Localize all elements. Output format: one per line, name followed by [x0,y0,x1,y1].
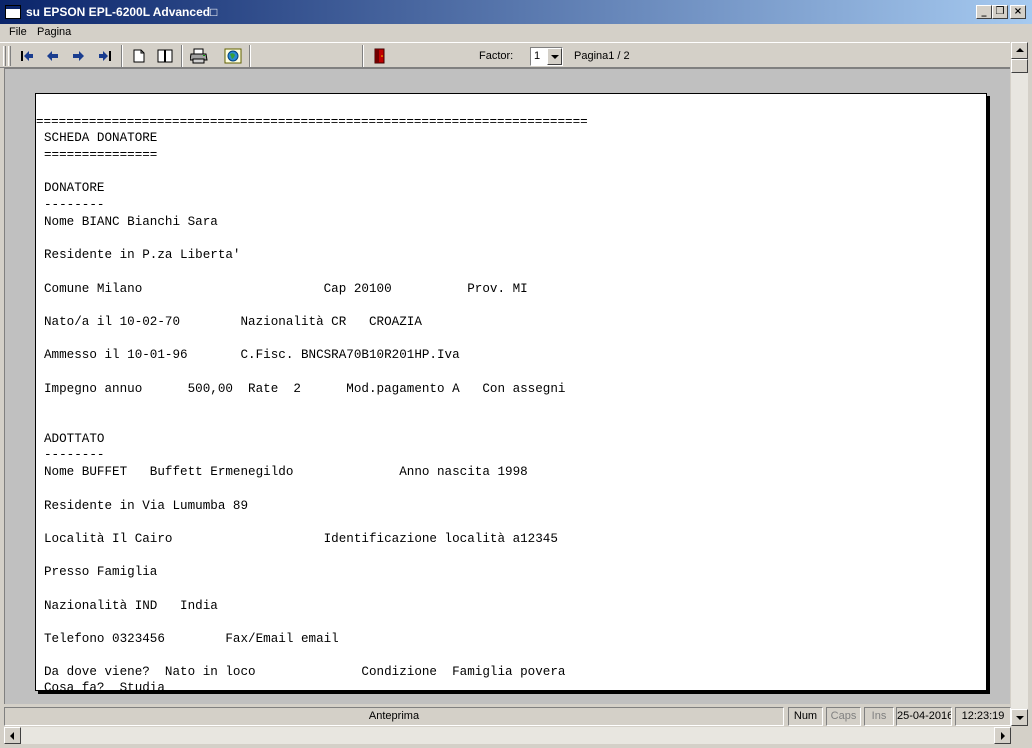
menu-file[interactable]: File [9,26,27,38]
document-line: Nome BUFFET Buffett Ermenegildo Anno nas… [44,465,528,479]
last-page-button[interactable] [94,45,116,67]
status-caps: Caps [826,707,861,726]
scroll-down-button[interactable] [1011,709,1028,726]
export-icon [224,48,242,64]
export-button[interactable] [222,45,244,67]
next-page-button[interactable] [67,45,89,67]
status-date: 25-04-2016 [896,707,952,726]
document-line: DONATORE [44,181,105,195]
page-indicator: Pagina1 / 2 [574,50,630,62]
toolbar-separator [121,45,123,67]
document-line: Telefono 0323456 Fax/Email email [44,632,339,646]
document-line: =============== [44,148,158,162]
horizontal-scrollbar[interactable] [4,727,1011,744]
toolbar-separator [249,45,251,67]
first-page-button[interactable] [16,45,38,67]
menu-bar: File Pagina [0,24,1032,42]
scroll-right-button[interactable] [994,727,1011,744]
document-line: Nazionalità IND India [44,599,218,613]
single-page-button[interactable] [128,45,150,67]
status-ins: Ins [864,707,894,726]
document-line: Presso Famiglia [44,565,158,579]
document-line: Nome BIANC Bianchi Sara [44,215,218,229]
document-line: Ammesso il 10-01-96 C.Fisc. BNCSRA70B10R… [44,348,460,362]
title-bar[interactable]: su EPSON EPL-6200L Advanced□ _ ❒ × [0,0,1032,24]
print-preview-window: su EPSON EPL-6200L Advanced□ _ ❒ × File … [0,0,1032,748]
factor-select[interactable]: 1 [530,47,563,66]
two-pages-icon [157,49,173,63]
status-num: Num [788,707,823,726]
status-bar: Anteprima Num Caps Ins 25-04-2016 12:23:… [4,705,1011,726]
last-page-icon [99,51,111,61]
toolbar-grip-2[interactable] [8,46,11,66]
document-line: -------- [44,198,105,212]
vertical-scroll-thumb[interactable] [1011,59,1028,73]
exit-door-icon [374,48,385,64]
minimize-button[interactable]: _ [976,5,992,19]
restore-button[interactable]: ❒ [992,5,1008,19]
document-line: -------- [44,448,105,462]
print-button[interactable] [188,45,210,67]
document-line: Comune Milano Cap 20100 Prov. MI [44,282,528,296]
toolbar-separator [362,45,364,67]
document-line: Da dove viene? Nato in loco Condizione F… [44,665,566,679]
document-page: ========================================… [35,93,987,691]
document-line: Cosa fa? Studia [44,681,165,691]
toolbar-grip[interactable] [3,46,6,66]
document-line: Impegno annuo 500,00 Rate 2 Mod.pagament… [44,382,566,396]
toolbar-separator [181,45,183,67]
two-pages-button[interactable] [154,45,176,67]
app-icon [5,5,21,19]
status-time: 12:23:19 [955,707,1011,726]
status-mode: Anteprima [4,707,784,726]
prev-page-button[interactable] [42,45,64,67]
preview-area[interactable]: ========================================… [4,68,1010,704]
exit-button[interactable] [368,45,390,67]
first-page-icon [21,51,33,61]
document-line: Residente in Via Lumumba 89 [44,499,249,513]
document-line: Residente in P.za Liberta' [44,248,241,262]
printer-icon [190,48,208,64]
document-line: Località Il Cairo Identificazione locali… [44,532,558,546]
scroll-left-button[interactable] [4,727,21,744]
chevron-down-icon[interactable] [547,48,562,65]
document-line: ADOTTATO [44,432,105,446]
close-button[interactable]: × [1010,5,1026,19]
document-line: SCHEDA DONATORE [44,131,158,145]
factor-label: Factor: [479,50,514,62]
document-line: Nato/a il 10-02-70 Nazionalità CR CROAZI… [44,315,422,329]
window-title: su EPSON EPL-6200L Advanced□ [26,5,218,19]
factor-value: 1 [534,50,541,62]
scroll-up-button[interactable] [1011,42,1028,59]
single-page-icon [133,49,145,63]
next-page-icon [73,51,84,61]
document-line: ========================================… [36,115,588,129]
vertical-scrollbar[interactable] [1011,42,1028,726]
menu-pagina[interactable]: Pagina [37,26,71,38]
toolbar: Factor: 1 Pagina1 / 2 [0,42,1010,68]
prev-page-icon [47,51,58,61]
